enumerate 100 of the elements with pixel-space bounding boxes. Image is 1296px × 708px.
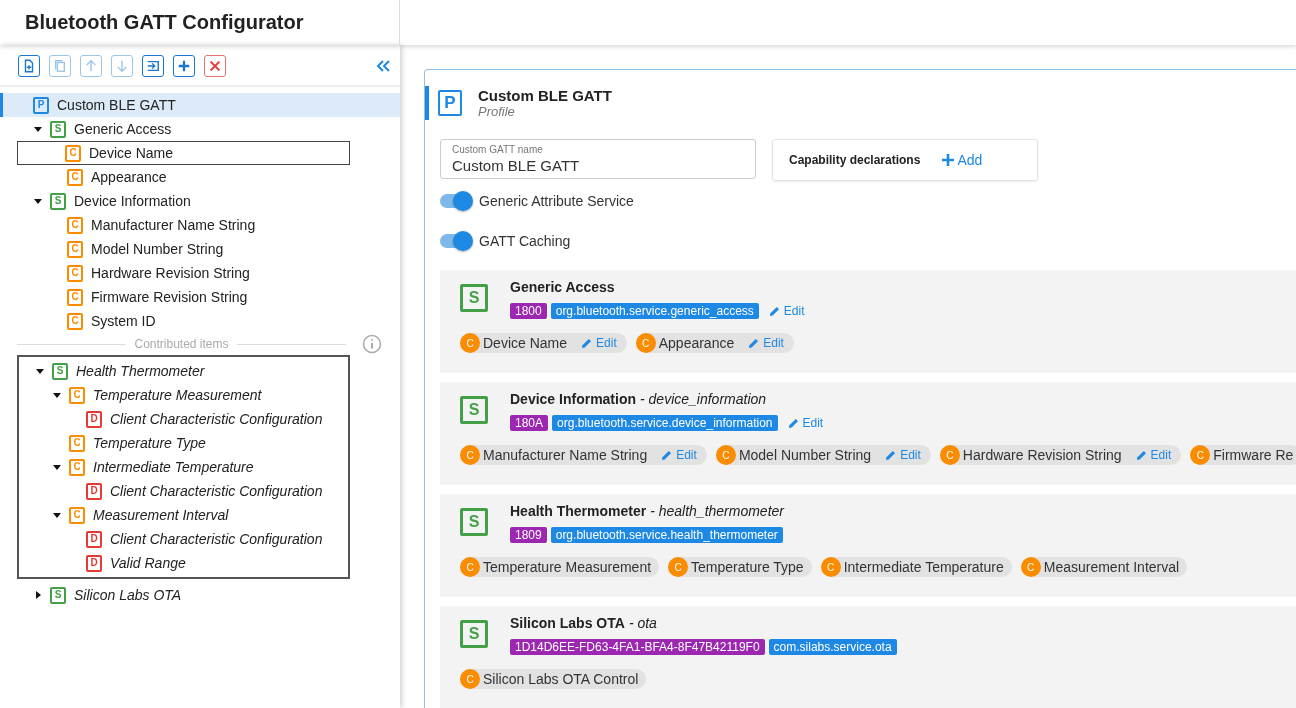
add-button[interactable] xyxy=(173,55,195,77)
characteristic-icon: C xyxy=(820,557,841,577)
characteristic-name: Manufacturer Name String xyxy=(483,447,648,463)
characteristic-chip[interactable]: C Firmware Re xyxy=(1191,445,1296,465)
tree-item[interactable]: C Device Name xyxy=(17,141,350,165)
service-id: - health_thermometer xyxy=(650,502,784,520)
node-type-icon: S xyxy=(50,586,66,604)
new-button[interactable] xyxy=(18,55,40,77)
characteristic-name: Temperature Measurement xyxy=(483,559,652,575)
service-id: - ota xyxy=(628,614,657,632)
down-icon xyxy=(115,59,129,73)
section-heading: Contributed items xyxy=(134,337,229,351)
tree-item[interactable]: C Intermediate Temperature xyxy=(19,455,348,479)
capability-label: Capability declarations xyxy=(789,153,921,167)
tree-item[interactable]: C Temperature Type xyxy=(19,431,348,455)
pencil-icon xyxy=(787,417,799,429)
tree-item[interactable]: S Generic Access xyxy=(0,117,400,141)
node-type-icon: C xyxy=(67,168,83,186)
pencil-icon xyxy=(1135,449,1147,461)
caret-icon[interactable] xyxy=(52,462,62,472)
characteristic-chip[interactable]: C Manufacturer Name String Edit xyxy=(461,445,707,465)
caret-icon[interactable] xyxy=(33,590,43,600)
characteristic-name: Temperature Type xyxy=(691,559,804,575)
characteristic-chip[interactable]: C Temperature Measurement xyxy=(461,557,660,577)
caret-icon[interactable] xyxy=(33,196,43,206)
service-name: Silicon Labs OTA xyxy=(510,614,625,632)
uuid-tag: 1809 xyxy=(510,527,547,543)
characteristic-chip[interactable]: C Temperature Type xyxy=(669,557,812,577)
profile-type: Profile xyxy=(478,104,516,119)
tree-item[interactable]: C Manufacturer Name String xyxy=(0,213,400,237)
up-icon xyxy=(84,59,98,73)
characteristic-chip[interactable]: C Silicon Labs OTA Control xyxy=(461,669,647,689)
uuid-tag: 1800 xyxy=(510,303,547,319)
caret-icon[interactable] xyxy=(35,366,45,376)
node-type-icon: D xyxy=(86,410,102,428)
caret-icon[interactable] xyxy=(52,510,62,520)
import-button[interactable] xyxy=(142,55,164,77)
toggle-label: Generic Attribute Service xyxy=(479,193,634,209)
characteristic-chip[interactable]: C Intermediate Temperature xyxy=(821,557,1012,577)
characteristic-chip[interactable]: C Device Name Edit xyxy=(461,333,627,353)
tree-item[interactable]: D Client Characteristic Configuration xyxy=(19,527,348,551)
delete-button[interactable] xyxy=(204,55,226,77)
node-type-icon: S xyxy=(50,192,66,210)
add-icon xyxy=(177,59,191,73)
identifier-tag: org.bluetooth.service.generic_access xyxy=(550,303,759,319)
service-icon: S xyxy=(460,620,488,648)
characteristic-icon: C xyxy=(460,669,480,689)
node-type-icon: D xyxy=(86,482,102,500)
characteristic-icon: C xyxy=(635,333,656,353)
tree-item[interactable]: C Firmware Revision String xyxy=(0,285,400,309)
characteristic-name: Appearance xyxy=(658,335,735,351)
add-button[interactable]: Add xyxy=(942,152,983,168)
tree-item[interactable]: C Measurement Interval xyxy=(19,503,348,527)
tree-item[interactable]: D Valid Range xyxy=(19,551,348,575)
profile-name: Custom BLE GATT xyxy=(478,87,612,104)
caret-icon[interactable] xyxy=(52,390,62,400)
toggle-switch[interactable] xyxy=(440,234,471,248)
uuid-tag: 180A xyxy=(510,415,549,431)
tree-item[interactable]: C System ID xyxy=(0,309,400,333)
tree-item[interactable]: C Temperature Measurement xyxy=(19,383,348,407)
node-type-icon: C xyxy=(67,240,83,258)
pencil-icon xyxy=(581,337,593,349)
service-icon: S xyxy=(460,284,488,312)
node-type-icon: D xyxy=(86,530,102,548)
characteristic-icon: C xyxy=(460,445,480,465)
copy-icon xyxy=(53,59,67,73)
characteristic-name: Hardware Revision String xyxy=(962,447,1122,463)
tree-item[interactable]: C Model Number String xyxy=(0,237,400,261)
node-type-icon: C xyxy=(69,386,85,404)
field-label: Custom GATT name xyxy=(452,144,543,155)
tree-item[interactable]: S Silicon Labs OTA xyxy=(0,583,400,607)
tree-item[interactable]: S Health Thermometer xyxy=(19,359,348,383)
service-id: - device_information xyxy=(640,390,767,408)
plus-icon xyxy=(942,154,955,166)
characteristic-chip[interactable]: C Appearance Edit xyxy=(636,333,794,353)
node-type-icon: C xyxy=(67,264,83,282)
characteristic-icon: C xyxy=(939,445,960,465)
tree-item[interactable]: P Custom BLE GATT xyxy=(0,93,400,117)
delete-icon xyxy=(208,59,222,73)
node-type-icon: C xyxy=(67,288,83,306)
characteristic-icon: C xyxy=(460,333,480,353)
tree-item[interactable]: D Client Characteristic Configuration xyxy=(19,407,348,431)
characteristic-icon: C xyxy=(668,557,689,577)
tree-item[interactable]: D Client Characteristic Configuration xyxy=(19,479,348,503)
characteristic-chip[interactable]: C Model Number String Edit xyxy=(716,445,931,465)
identifier-tag: org.bluetooth.service.device_information xyxy=(552,415,778,431)
collapse-icon[interactable] xyxy=(375,58,391,74)
tree-item[interactable]: C Appearance xyxy=(0,165,400,189)
caret-icon[interactable] xyxy=(33,124,43,134)
service-name: Health Thermometer xyxy=(510,502,647,520)
pencil-icon xyxy=(768,305,780,317)
node-type-icon: C xyxy=(69,458,85,476)
uuid-tag: 1D14D6EE-FD63-4FA1-BFA4-8F47B42119F0 xyxy=(510,639,765,655)
toggle-switch[interactable] xyxy=(440,194,471,208)
characteristic-chip[interactable]: C Measurement Interval xyxy=(1021,557,1188,577)
characteristic-chip[interactable]: C Hardware Revision String Edit xyxy=(940,445,1182,465)
tree-item[interactable]: C Hardware Revision String xyxy=(0,261,400,285)
service-name: Generic Access xyxy=(510,278,615,296)
service-icon: S xyxy=(460,508,488,536)
tree-item[interactable]: S Device Information xyxy=(0,189,400,213)
